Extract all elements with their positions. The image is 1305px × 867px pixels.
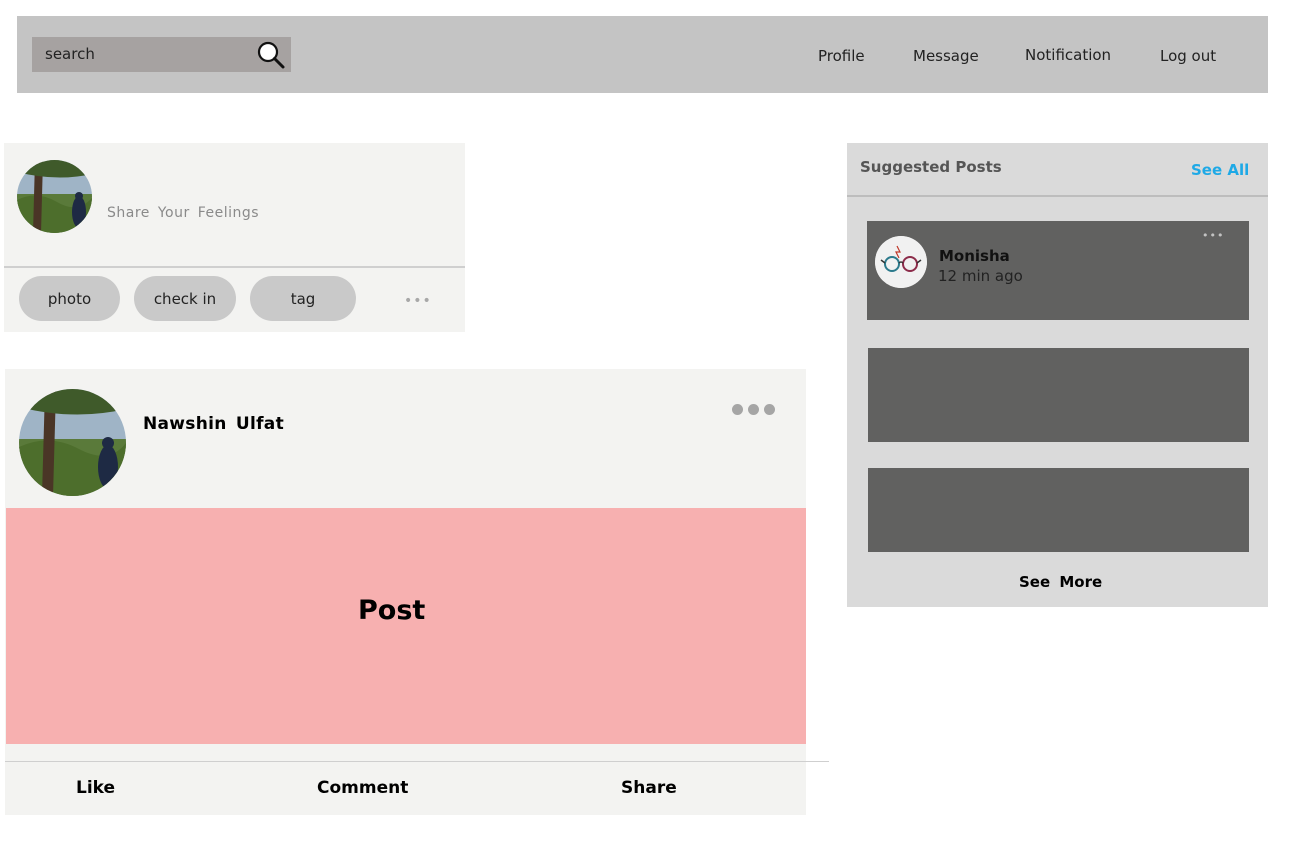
- post-content[interactable]: Post: [6, 508, 806, 744]
- divider: [5, 761, 829, 762]
- suggested-post-placeholder[interactable]: [868, 468, 1249, 552]
- photo-button[interactable]: photo: [19, 276, 120, 321]
- post-author-name[interactable]: Nawshin Ulfat: [143, 414, 284, 434]
- comment-button[interactable]: Comment: [317, 778, 408, 798]
- glasses-icon: [875, 236, 927, 288]
- suggested-posts-title: Suggested Posts: [860, 158, 1002, 176]
- dot: [732, 404, 743, 415]
- timestamp: 12 min ago: [938, 267, 1023, 285]
- see-more-link[interactable]: See More: [1019, 573, 1102, 591]
- check-in-button[interactable]: check in: [134, 276, 236, 321]
- post-composer: Share Your Feelings photo check in tag •…: [4, 143, 465, 332]
- nav-profile-link[interactable]: Profile: [818, 47, 865, 65]
- post-content-label: Post: [358, 595, 426, 626]
- more-options-icon[interactable]: •••: [1202, 229, 1224, 242]
- user-photo-icon: [17, 160, 92, 233]
- more-options-icon[interactable]: •••: [404, 294, 432, 308]
- user-photo-icon: [19, 389, 126, 496]
- suggested-posts-panel: Suggested Posts See All Monisha 12 min a…: [847, 143, 1268, 607]
- search-input[interactable]: search: [45, 45, 95, 63]
- share-button[interactable]: Share: [621, 778, 677, 798]
- avatar: [875, 236, 927, 288]
- nav-message-link[interactable]: Message: [913, 47, 979, 65]
- suggested-author-name[interactable]: Monisha: [939, 247, 1010, 265]
- nav-notification-link[interactable]: Notification: [1025, 46, 1111, 64]
- dot: [764, 404, 775, 415]
- like-button[interactable]: Like: [76, 778, 115, 798]
- search-button[interactable]: [252, 37, 291, 72]
- post-card: Nawshin Ulfat Post: [5, 369, 806, 815]
- search-icon: [257, 41, 285, 69]
- suggested-post-item[interactable]: Monisha 12 min ago •••: [867, 221, 1249, 320]
- more-dots-icon[interactable]: [732, 404, 775, 415]
- suggested-post-placeholder[interactable]: [868, 348, 1249, 442]
- divider: [847, 195, 1268, 197]
- share-feelings-input[interactable]: Share Your Feelings: [107, 205, 259, 221]
- dot: [748, 404, 759, 415]
- search-box[interactable]: search: [32, 37, 291, 72]
- divider: [4, 266, 465, 268]
- see-all-link[interactable]: See All: [1191, 161, 1249, 179]
- avatar[interactable]: [19, 389, 126, 496]
- avatar[interactable]: [17, 160, 92, 233]
- top-navigation-bar: search Profile Message Notification Log …: [17, 16, 1268, 93]
- tag-button[interactable]: tag: [250, 276, 356, 321]
- nav-logout-link[interactable]: Log out: [1160, 47, 1216, 65]
